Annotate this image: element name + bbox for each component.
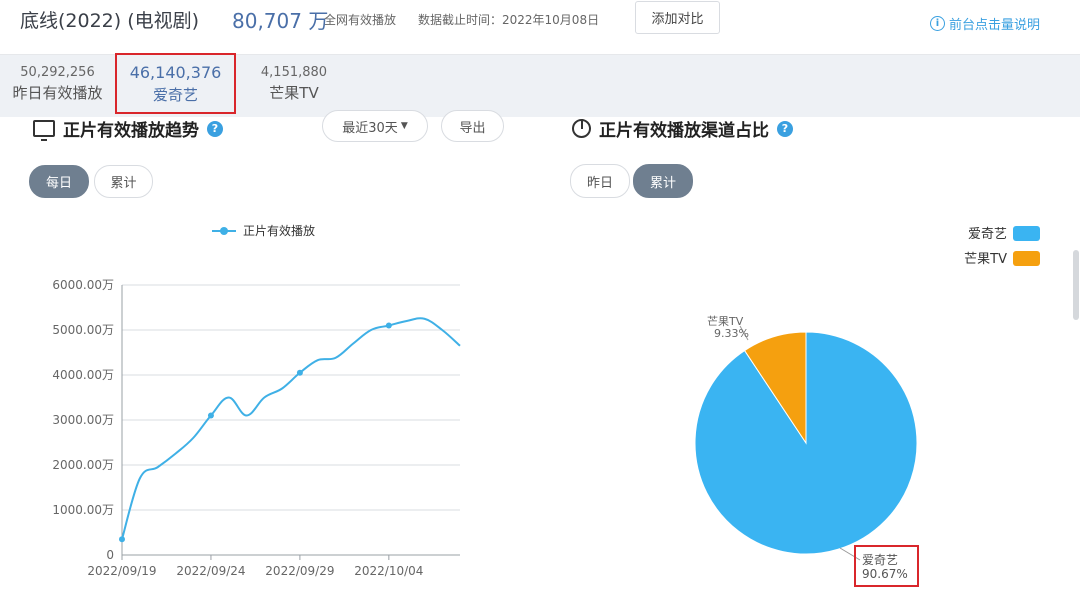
y-tick-label: 5000.00万 <box>52 323 114 337</box>
legend-swatch <box>1013 251 1040 266</box>
pie-label: 爱奇艺 <box>862 553 898 567</box>
data-point <box>385 322 392 329</box>
y-tick-label: 0 <box>106 548 114 562</box>
legend-label: 爱奇艺 <box>968 226 1007 242</box>
data-point <box>207 412 214 419</box>
series-line <box>121 317 461 540</box>
legend-marker <box>220 227 228 235</box>
y-tick-label: 6000.00万 <box>52 278 114 292</box>
legend-swatch <box>1013 226 1040 241</box>
scrollbar-thumb[interactable] <box>1073 250 1079 320</box>
y-tick-label: 3000.00万 <box>52 413 114 427</box>
data-point <box>119 536 125 543</box>
x-tick-label: 2022/09/24 <box>176 564 245 578</box>
legend-label: 芒果TV <box>964 251 1007 267</box>
y-tick-label: 1000.00万 <box>52 503 114 517</box>
pie-percent: 90.67% <box>862 567 908 581</box>
pie-percent: 9.33% <box>714 327 749 340</box>
pie-label-leader <box>839 547 861 561</box>
x-tick-label: 2022/10/04 <box>354 564 423 578</box>
y-tick-label: 4000.00万 <box>52 368 114 382</box>
charts-canvas: 0 1000.00万 2000.00万 3000.00万 4000.00万 5000.00… <box>52 223 1040 587</box>
x-tick-label: 2022/09/29 <box>265 564 334 578</box>
data-point <box>296 369 303 376</box>
y-tick-label: 2000.00万 <box>52 458 114 472</box>
x-tick-label: 2022/09/19 <box>87 564 156 578</box>
legend-label: 正片有效播放 <box>243 223 315 238</box>
